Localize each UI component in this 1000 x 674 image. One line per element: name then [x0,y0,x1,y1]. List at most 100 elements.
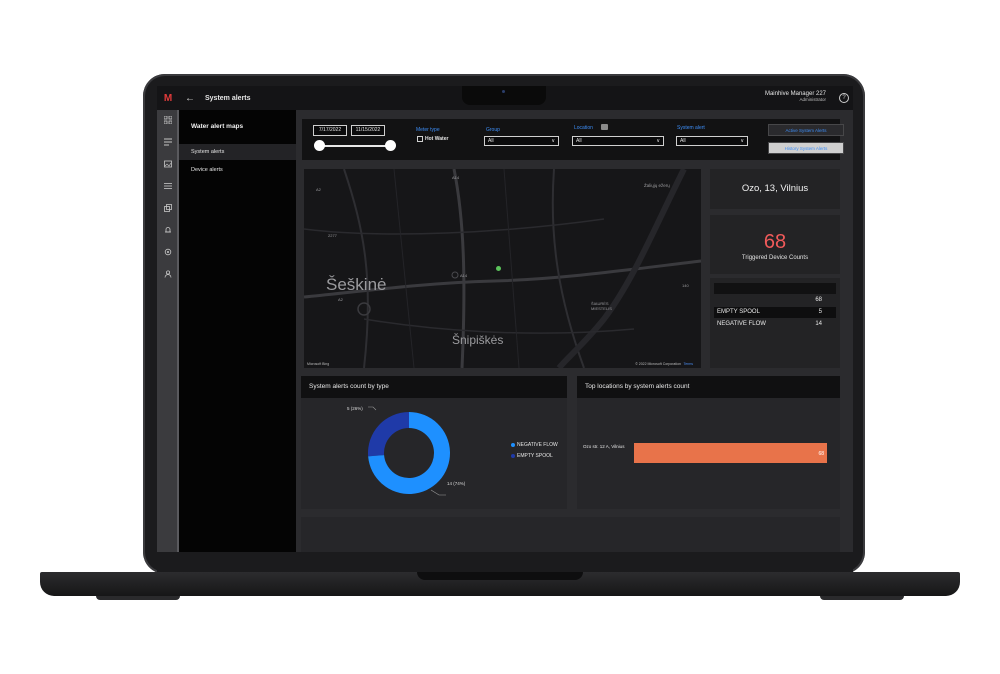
map-district-label: Šnipiškės [452,333,504,347]
nav-title: Water alert maps [191,123,244,130]
user-role: Administrator [799,97,826,102]
map-district-label: Šeškinė [326,275,387,294]
location-card: Ozo, 13, Vilnius [710,169,840,209]
chevron-down-icon: ∨ [551,138,555,144]
location-address: Ozo, 13, Vilnius [741,183,809,194]
legend-dot [511,453,515,458]
history-system-alerts-button[interactable]: History System Alerts [768,142,844,154]
hot-water-checkbox[interactable] [417,136,423,142]
date-slider-track[interactable] [320,145,392,147]
alert-type-table: 68 EMPTY SPOOL 5 NEGATIVE FLOW 14 [710,278,840,368]
donut-leader-line [368,406,377,411]
map-area-label: ŠIAURĖS MIESTELIS [591,301,612,311]
kpi-value: 68 [763,231,787,253]
nav-item-device-alerts[interactable]: Device alerts [179,162,296,178]
legend-label: EMPTY SPOOL [517,453,553,459]
bar-chart: 68 [634,443,827,463]
road-label: A14 [460,273,468,278]
donut-slice-empty-spool[interactable] [368,412,409,457]
kpi-label: Triggered Device Counts [741,255,809,261]
date-from-input[interactable]: 7/17/2022 [313,125,347,136]
kpi-card: 68 Triggered Device Counts [710,215,840,274]
back-arrow-icon[interactable]: ← [185,93,195,104]
page-title: System alerts [205,94,251,102]
screen: M ← System alerts Mainhive Manager 227 A… [157,86,853,552]
map-terms-link[interactable]: Terms [683,362,693,366]
alerts-list-icon[interactable] [162,138,174,150]
laptop-bezel [157,552,853,572]
date-to-input[interactable]: 11/15/2022 [351,125,385,136]
legend-item-negative-flow[interactable]: NEGATIVE FLOW [511,442,558,448]
road-label: A2 [338,297,343,302]
legend-item-empty-spool[interactable]: EMPTY SPOOL [511,453,553,459]
donut-data-label: 14 (74%) [447,481,466,486]
system-alert-select[interactable]: All ∨ [676,136,748,146]
date-slider-start-handle[interactable] [314,140,325,151]
group-label: Group [486,127,500,133]
road-label: 2277 [328,233,337,238]
user-icon[interactable] [162,270,174,282]
map-copyright: © 2022 Microsoft Corporation [635,362,681,366]
info-icon[interactable] [601,124,608,130]
bar-data-label: 68 [818,451,824,457]
layers-icon[interactable] [162,204,174,216]
camera-notch [462,86,546,105]
gear-icon[interactable] [162,248,174,260]
icon-rail [157,110,179,552]
bar-panel: Top locations by system alerts count Ozo… [577,376,840,509]
table-cell-value: 5 [818,309,822,315]
nav-item-system-alerts[interactable]: System alerts [179,144,296,160]
location-select-value: All [576,138,582,144]
laptop-foot-right [820,596,904,600]
table-header [714,283,836,294]
donut-panel-title: System alerts count by type [301,376,567,398]
table-row: NEGATIVE FLOW 14 [714,319,836,330]
lower-panel [301,517,840,552]
alert-location-marker[interactable] [496,266,501,271]
table-cell-name: NEGATIVE FLOW [717,321,766,327]
road-label: 140 [682,283,689,288]
camera-icon [502,90,505,93]
table-cell-value: 68 [815,297,822,303]
map-area-label: Žaliųjų ežerų [644,183,670,188]
grid-icon[interactable] [162,115,174,128]
user-info[interactable]: Mainhive Manager 227 Administrator [765,91,826,102]
laptop-foot-left [96,596,180,600]
legend-dot [511,442,515,447]
donut-leader-line [430,489,446,496]
list-icon[interactable] [162,182,174,194]
bar-mark[interactable] [634,443,827,463]
map-attribution: Microsoft Bing [307,362,330,366]
date-slider-end-handle[interactable] [385,140,396,151]
table-cell-name: EMPTY SPOOL [717,309,760,315]
table-row: 68 [714,295,836,306]
road-label: A2 [316,187,321,192]
active-system-alerts-button[interactable]: Active System Alerts [768,124,844,136]
location-select[interactable]: All ∨ [572,136,664,146]
help-icon[interactable]: ? [839,93,849,103]
image-icon[interactable] [162,160,174,172]
meter-type-label: Meter type [416,127,440,133]
table-cell-value: 14 [815,321,822,327]
legend-label: NEGATIVE FLOW [517,442,558,448]
main-content: 7/17/2022 11/15/2022 Meter type Hot Wate… [296,110,853,552]
chevron-down-icon: ∨ [740,138,744,144]
system-alert-select-value: All [680,138,686,144]
chevron-down-icon: ∨ [656,138,660,144]
bar-panel-title: Top locations by system alerts count [577,376,840,398]
group-select-value: All [488,138,494,144]
bell-icon[interactable] [162,226,174,238]
donut-data-label: 5 (26%) [347,406,363,411]
donut-panel: System alerts count by type 5 (26%) 14 (… [301,376,567,509]
system-alert-label: System alert [677,125,705,131]
filter-bar: 7/17/2022 11/15/2022 Meter type Hot Wate… [302,119,844,160]
location-label: Location [574,125,593,131]
app-logo[interactable]: M [157,86,179,110]
group-select[interactable]: All ∨ [484,136,559,146]
nav-panel: Water alert maps System alerts Device al… [179,110,296,552]
laptop-groove [417,572,583,580]
alert-map[interactable]: Šeškinė Šnipiškės Žaliųjų ežerų ŠIAURĖS … [304,169,701,368]
table-row: EMPTY SPOOL 5 [714,307,836,318]
hot-water-label: Hot Water [425,136,449,142]
road-label: A14 [452,175,460,180]
